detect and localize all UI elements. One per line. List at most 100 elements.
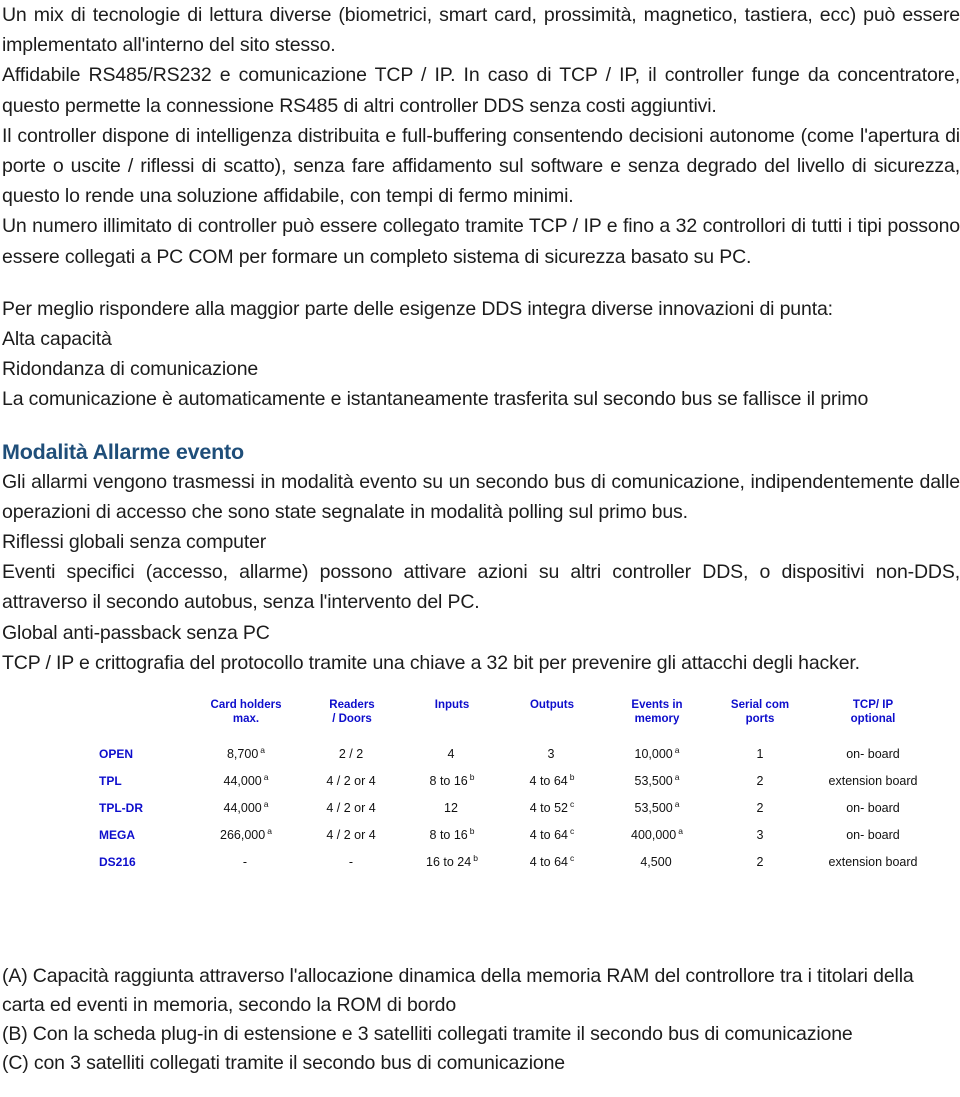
footnote-marker: b [473,852,478,863]
cell-events-in-memory: 4,500 [602,849,712,876]
paragraph-communication: Affidabile RS485/RS232 e comunicazione T… [2,64,960,117]
table-row: MEGA 266,000 a 4 / 2 or 4 8 to 16 b 4 to 6… [98,822,938,849]
table-header-row: Card holders max. Readers / Doors Inputs… [98,690,938,741]
cell-inputs: 8 to 16 b [429,825,475,843]
cell-tcpip-optional: extension board [828,774,918,789]
footnote-marker: a [674,771,680,782]
column-header-model [98,690,190,741]
innovation-item-comm-redundancy: Ridondanza di comunicazione [2,358,259,381]
cell-outputs: 3 [502,741,602,768]
specification-table-body: OPEN 8,700 a 2 / 2 4 3 10,000 a 1 on- boar… [98,741,938,876]
cell-tcpip-optional: on- board [846,801,900,816]
table-row: OPEN 8,700 a 2 / 2 4 3 10,000 a 1 on- boar… [98,741,938,768]
spacer-before-alarm-heading [0,415,960,437]
cell-outputs: 4 to 64 c [529,852,575,870]
footnote-a: (A) Capacità raggiunta attraverso l'allo… [2,965,914,1017]
cell-serial-com-ports: 1 [756,747,764,762]
innovations-lead-in: Per meglio rispondere alla maggior parte… [2,297,833,320]
cell-readers-doors: 4 / 2 or 4 [302,768,402,795]
column-header-events-in-memory: Events in memory [631,699,683,725]
footnote-marker [376,772,378,782]
footnote-marker [458,799,460,809]
footnote-marker: b [469,771,475,782]
cell-outputs: 4 to 52 c [529,798,575,816]
cell-inputs: 12 [402,795,502,822]
footnote-marker: c [569,798,575,809]
cell-card-holders: 8,700 a [226,744,265,762]
innovation-item-high-capacity: Alta capacità [2,328,112,351]
cell-tcpip-optional: on- board [846,828,900,843]
footnote-c: (C) con 3 satelliti collegati tramite il… [2,1052,566,1075]
footnote-b: (B) Con la scheda plug-in di estensione … [2,1023,853,1046]
cell-inputs: 8 to 16 b [429,771,475,789]
footnote-marker [353,853,355,863]
footnote-marker [363,745,365,755]
specification-table-wrapper: Card holders max. Readers / Doors Inputs… [0,678,960,876]
column-header-card-holders: Card holders max. [210,699,282,725]
innovations-section: Per meglio rispondere alla maggior parte… [0,294,960,415]
table-row: TPL-DR 44,000 a 4 / 2 or 4 12 4 to 52 c 53… [98,795,938,822]
footnotes-section: (A) Capacità raggiunta attraverso l'allo… [0,876,960,1078]
cell-model: TPL-DR [99,801,143,816]
footnote-marker: b [569,771,575,782]
specification-table: Card holders max. Readers / Doors Inputs… [98,690,938,876]
cell-serial-com-ports: 2 [756,801,764,816]
footnote-marker: a [678,825,683,836]
footnote-marker [376,799,378,809]
footnote-marker: a [260,744,265,755]
paragraph-intro: Un mix di tecnologie di lettura diverse … [2,4,960,57]
spacer-after-intro [0,272,960,294]
cell-serial-com-ports: 3 [756,828,764,843]
alarm-mode-section: Modalità Allarme evento Gli allarmi veng… [0,437,960,678]
column-header-tcpip-optional: TCP/ IP optional [850,699,896,725]
footnote-marker: a [263,798,269,809]
specification-table-head: Card holders max. Readers / Doors Inputs… [98,690,938,741]
table-row: TPL 44,000 a 4 / 2 or 4 8 to 16 b 4 to 64 b… [98,768,938,795]
cell-card-holders: 266,000 a [220,825,272,843]
footnote-marker [454,745,456,755]
cell-model: TPL [99,774,122,789]
intro-paragraph-group: Un mix di tecnologie di lettura diverse … [0,0,960,272]
footnote-marker: a [267,825,272,836]
footnote-marker: c [569,825,575,836]
column-header-serial-com-ports: Serial com ports [730,699,790,725]
cell-events-in-memory: 53,500 a [634,771,680,789]
footnote-marker [247,853,249,863]
column-header-readers-doors: Readers / Doors [329,699,375,725]
alarm-mode-body: Gli allarmi vengono trasmessi in modalit… [2,470,960,523]
table-row: DS216 - - 16 to 24 b 4 to 64 c 4,500 2 ext… [98,849,938,876]
footnote-marker: a [674,744,680,755]
footnote-marker [672,853,674,863]
cell-outputs: 4 to 64 b [529,771,575,789]
footnote-marker [554,745,556,755]
cell-readers-doors: - [302,849,402,876]
footnote-marker: c [569,852,575,863]
footnote-marker: a [674,798,680,809]
cell-card-holders: 44,000 a [223,771,269,789]
cell-serial-com-ports: 2 [756,855,764,870]
column-header-inputs: Inputs [434,699,470,712]
cell-readers-doors: 4 / 2 or 4 [302,795,402,822]
section-heading-alarm-mode: Modalità Allarme evento [2,439,244,464]
paragraph-scaling: Un numero illimitato di controller può e… [2,215,960,268]
cell-card-holders: 44,000 a [223,798,269,816]
cell-card-holders: - [190,849,302,876]
cell-serial-com-ports: 2 [756,774,764,789]
footnote-marker [376,826,378,836]
cell-inputs: 4 [402,741,502,768]
cell-outputs: 4 to 64 c [529,825,575,843]
innovation-item-comm-redundancy-description: La comunicazione è automaticamente e ist… [2,388,869,411]
cell-readers-doors: 2 / 2 [302,741,402,768]
cell-events-in-memory: 10,000 a [634,744,680,762]
subsection-title-global-antipassback: Global anti-passback senza PC [2,621,270,644]
cell-readers-doors: 4 / 2 or 4 [302,822,402,849]
cell-events-in-memory: 53,500 a [634,798,680,816]
paragraph-intelligence: Il controller dispone di intelligenza di… [2,124,960,208]
document-page: Un mix di tecnologie di lettura diverse … [0,0,960,1097]
subsection-body-global-reflexes: Eventi specifici (accesso, allarme) poss… [2,561,960,614]
cell-model: OPEN [99,747,134,762]
subsection-title-global-reflexes: Riflessi globali senza computer [2,531,267,554]
footnote-marker: a [263,771,269,782]
cell-tcpip-optional: extension board [828,855,918,870]
cell-events-in-memory: 400,000 a [631,825,683,843]
